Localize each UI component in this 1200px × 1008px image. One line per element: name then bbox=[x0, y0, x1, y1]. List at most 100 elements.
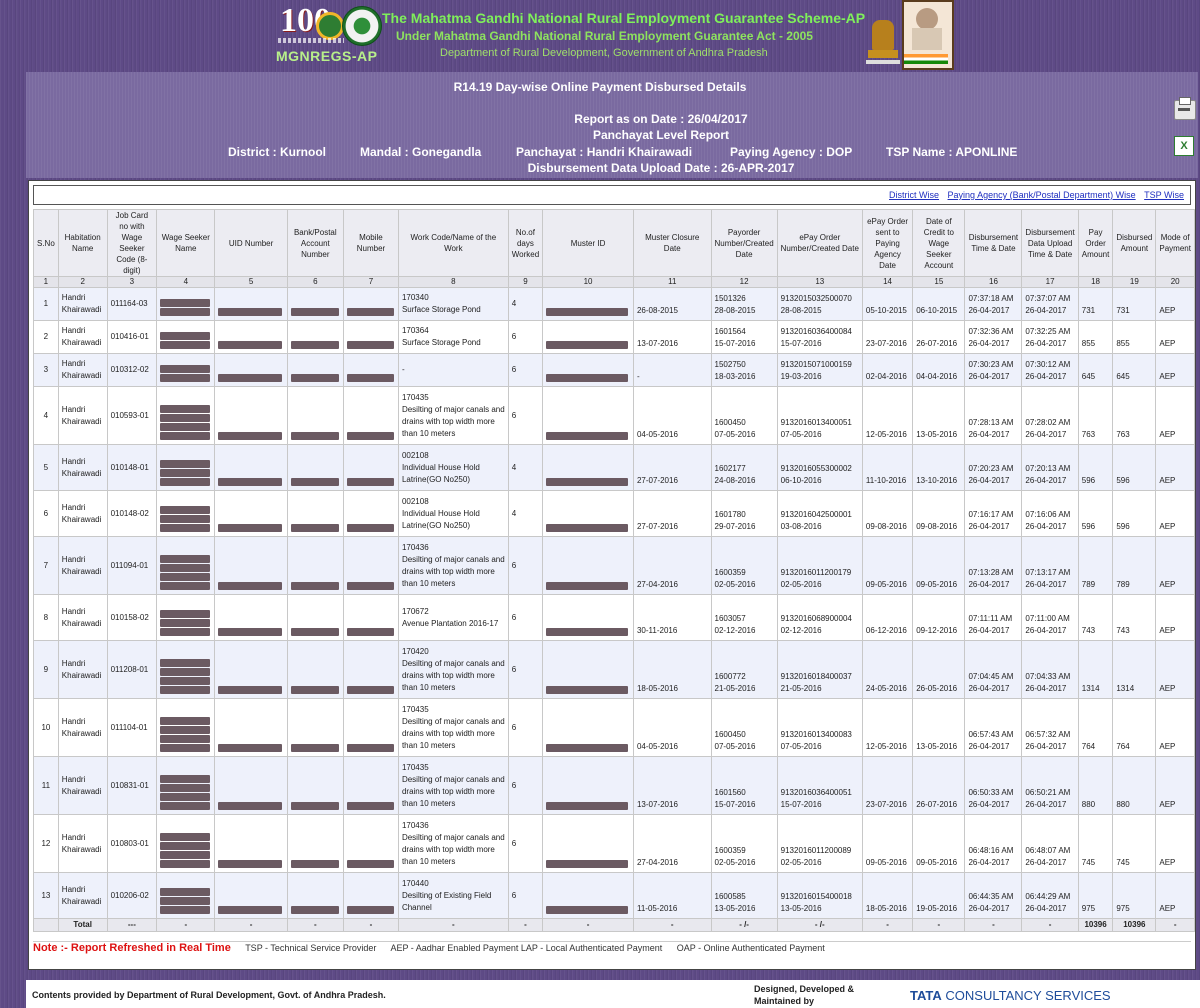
column-header: UID Number bbox=[214, 209, 288, 277]
total-cell: - bbox=[507, 918, 544, 932]
redacted-block bbox=[218, 341, 283, 349]
redacted-block bbox=[290, 341, 340, 349]
row-muster-close: - bbox=[632, 353, 712, 387]
row-sent-date: 12-05-2016 bbox=[861, 386, 914, 445]
row-pay-amount: 764 bbox=[1077, 698, 1114, 757]
work-name: Desilting of major canals and drains wit… bbox=[401, 658, 505, 692]
disb-time: 06:44:35 AM bbox=[968, 892, 1014, 901]
work-code: 170435 bbox=[401, 704, 429, 714]
row-muster-close: 13-07-2016 bbox=[632, 320, 712, 354]
row-work: 170436 Desilting of major canals and drai… bbox=[397, 814, 509, 873]
report-title-bar: R14.19 Day-wise Online Payment Disbursed… bbox=[26, 72, 1198, 178]
row-uid bbox=[214, 490, 288, 537]
work-code: 002108 bbox=[401, 450, 429, 460]
upload-date: 26-04-2017 bbox=[1025, 430, 1067, 439]
redacted-block bbox=[218, 308, 283, 316]
total-cell: - bbox=[1155, 918, 1195, 932]
row-habitation: Handri Khairawadi bbox=[57, 320, 108, 354]
row-uid bbox=[214, 640, 288, 699]
tcs-logo: TATA CONSULTANCY SERVICES bbox=[910, 988, 1111, 1003]
redacted-block bbox=[546, 686, 630, 694]
column-header: Bank/Postal Account Number bbox=[286, 209, 344, 277]
redacted-block bbox=[160, 460, 211, 486]
disb-date: 26-04-2017 bbox=[968, 476, 1010, 485]
row-credit-date: 13-10-2016 bbox=[912, 444, 966, 491]
excel-icon[interactable]: X bbox=[1174, 136, 1194, 156]
row-disbursed-amount: 745 bbox=[1112, 814, 1157, 873]
redacted-block bbox=[160, 332, 211, 349]
district-wise-link[interactable]: District Wise bbox=[889, 190, 939, 200]
row-sent-date: 24-05-2016 bbox=[861, 640, 914, 699]
redacted-block bbox=[290, 524, 340, 532]
disb-date: 26-04-2017 bbox=[968, 800, 1010, 809]
row-disbursement: 07:20:23 AM 26-04-2017 bbox=[964, 444, 1023, 491]
total-cell: 10396 bbox=[1077, 918, 1114, 932]
row-epay: 9132016011200179 02-05-2016 bbox=[776, 536, 863, 595]
row-mode: AEP bbox=[1155, 287, 1195, 321]
paying-agency-wise-link[interactable]: Paying Agency (Bank/Postal Department) W… bbox=[948, 190, 1136, 200]
redacted-block bbox=[346, 478, 395, 486]
department-title: Department of Rural Development, Governm… bbox=[440, 47, 768, 59]
row-muster-id bbox=[542, 320, 634, 354]
row-payorder: 1502750 18-03-2016 bbox=[710, 353, 778, 387]
row-payorder: 1600772 21-05-2016 bbox=[710, 640, 778, 699]
row-pay-amount: 731 bbox=[1077, 287, 1114, 321]
row-mode: AEP bbox=[1155, 698, 1195, 757]
row-habitation: Handri Khairawadi bbox=[57, 536, 108, 595]
row-habitation: Handri Khairawadi bbox=[57, 814, 108, 873]
epay-number: 9132016042500001 bbox=[780, 510, 852, 519]
column-header: Mode of Payment bbox=[1155, 209, 1195, 277]
row-pay-amount: 880 bbox=[1077, 756, 1114, 815]
row-payorder: 1600359 02-05-2016 bbox=[710, 536, 778, 595]
payorder-number: 1600450 bbox=[714, 418, 746, 427]
mandal-label: Mandal : Gonegandla bbox=[360, 145, 482, 159]
row-upload: 06:48:07 AM 26-04-2017 bbox=[1021, 814, 1079, 873]
work-code: 170340 bbox=[401, 293, 429, 302]
redacted-block bbox=[160, 405, 211, 440]
report-note: Note :- Report Refreshed in Real Time TS… bbox=[33, 941, 1191, 964]
disb-time: 07:30:23 AM bbox=[968, 360, 1014, 369]
row-account bbox=[286, 490, 344, 537]
row-sent-date: 11-10-2016 bbox=[861, 444, 914, 491]
redacted-block bbox=[218, 432, 283, 440]
row-uid bbox=[214, 872, 288, 919]
row-disbursed-amount: 731 bbox=[1112, 287, 1157, 321]
table-row: 4 Handri Khairawadi 010593-01 170435 Desilti… bbox=[33, 386, 1195, 445]
redacted-block bbox=[160, 365, 211, 382]
row-habitation: Handri Khairawadi bbox=[57, 594, 108, 641]
row-epay: 9132016068900004 02-12-2016 bbox=[776, 594, 863, 641]
row-work: 170420 Desilting of major canals and drai… bbox=[397, 640, 509, 699]
column-header: Disbursement Time & Date bbox=[964, 209, 1023, 277]
printer-icon[interactable] bbox=[1174, 97, 1196, 120]
epay-number: 9132016011200089 bbox=[780, 846, 852, 855]
row-account bbox=[286, 698, 344, 757]
row-sent-date: 09-08-2016 bbox=[861, 490, 914, 537]
redacted-block bbox=[290, 906, 340, 914]
column-number: 1 bbox=[33, 276, 59, 288]
row-muster-close: 26-08-2015 bbox=[632, 287, 712, 321]
work-name: Desilting of major canals and drains wit… bbox=[401, 554, 505, 588]
row-disbursement: 07:30:23 AM 26-04-2017 bbox=[964, 353, 1023, 387]
redacted-block bbox=[346, 802, 395, 810]
row-habitation: Handri Khairawadi bbox=[57, 640, 108, 699]
row-pay-amount: 745 bbox=[1077, 814, 1114, 873]
row-uid bbox=[214, 353, 288, 387]
work-code: 170436 bbox=[401, 542, 429, 552]
redacted-block bbox=[160, 775, 211, 810]
row-credit-date: 19-05-2016 bbox=[912, 872, 966, 919]
row-credit-date: 26-07-2016 bbox=[912, 756, 966, 815]
row-uid bbox=[214, 386, 288, 445]
epay-date: 06-10-2016 bbox=[780, 476, 822, 485]
row-days: 4 bbox=[507, 287, 544, 321]
row-disbursed-amount: 789 bbox=[1112, 536, 1157, 595]
payorder-number: 1601560 bbox=[714, 788, 746, 797]
epay-number: 9132015032500070 bbox=[780, 294, 852, 303]
epay-date: 15-07-2016 bbox=[780, 339, 822, 348]
total-cell: Total bbox=[57, 918, 108, 932]
note-tsp: TSP - Technical Service Provider bbox=[245, 943, 377, 953]
disb-time: 06:50:33 AM bbox=[968, 788, 1014, 797]
row-days: 6 bbox=[507, 814, 544, 873]
tsp-wise-link[interactable]: TSP Wise bbox=[1144, 190, 1184, 200]
footer-designed-by: Designed, Developed & Maintained by bbox=[754, 984, 855, 1006]
row-days: 6 bbox=[507, 872, 544, 919]
